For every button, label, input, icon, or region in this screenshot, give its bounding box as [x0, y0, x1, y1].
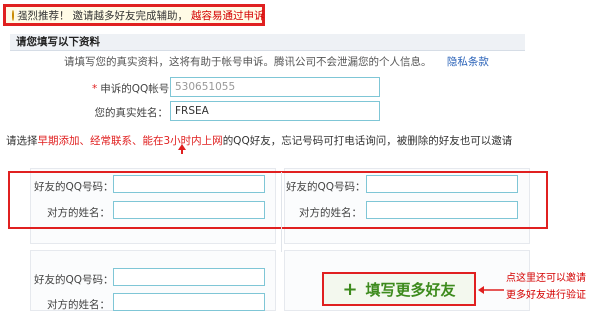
annotation-line1: 点这里还可以邀请 [506, 273, 586, 284]
friend2-qq-label: 好友的QQ号码： [286, 181, 366, 193]
arrow-up-icon [178, 144, 186, 154]
qq-account-label: * 申诉的QQ帐号： [92, 83, 180, 95]
real-name-field[interactable]: FRSEA [170, 101, 380, 121]
friend3-name-label: 对方的姓名： [47, 299, 110, 311]
qq-account-field[interactable]: 530651055 [170, 77, 380, 97]
friend2-name-input[interactable] [366, 201, 518, 219]
section-title: 请您填写以下资料 [10, 34, 525, 51]
notice-prefix: 强烈推荐！ [17, 9, 70, 22]
recommend-notice: 强烈推荐！ 邀请越多好友完成辅助， 越容易通过申诉 [3, 4, 265, 26]
description-text: 请填写您的真实资料，这将有助于帐号申诉。腾讯公司不会泄漏您的个人信息。 [64, 56, 432, 68]
friend1-name-label: 对方的姓名： [47, 207, 110, 219]
notice-text: 邀请越多好友完成辅助， [72, 9, 189, 22]
friend-divider [281, 172, 282, 252]
plus-icon: + [342, 278, 358, 300]
friend3-qq-input[interactable] [113, 268, 265, 286]
required-star: * [92, 83, 98, 95]
add-more-friends-button[interactable]: + 填写更多好友 [322, 272, 476, 306]
hint-highlight: 早期添加、经常联系、能在3小时内上网 [37, 135, 223, 147]
friend2-qq-input[interactable] [366, 175, 518, 193]
add-more-friends-label: 填写更多好友 [365, 280, 456, 299]
friend1-qq-label: 好友的QQ号码： [34, 181, 114, 193]
real-name-label: 您的真实姓名： [94, 107, 169, 119]
friend-hint: 请选择早期添加、经常联系、能在3小时内上网的QQ好友，忘记号码可打电话询问，被删… [6, 135, 513, 147]
friend1-name-input[interactable] [113, 201, 265, 219]
friend1-qq-input[interactable] [113, 175, 265, 193]
notice-highlight: 越容易通过申诉 [191, 9, 265, 22]
arrow-left-icon [478, 286, 504, 294]
friend2-name-label: 对方的姓名： [299, 207, 362, 219]
form-description: 请填写您的真实资料，这将有助于帐号申诉。腾讯公司不会泄漏您的个人信息。 隐私条款 [64, 54, 489, 69]
friend3-name-input[interactable] [113, 293, 265, 311]
annotation-text: 点这里还可以邀请 更多好友进行验证 [506, 270, 586, 304]
privacy-link[interactable]: 隐私条款 [447, 56, 489, 68]
annotation-line2: 更多好友进行验证 [506, 290, 586, 301]
friend3-qq-label: 好友的QQ号码： [34, 274, 114, 286]
warning-icon [12, 9, 20, 21]
